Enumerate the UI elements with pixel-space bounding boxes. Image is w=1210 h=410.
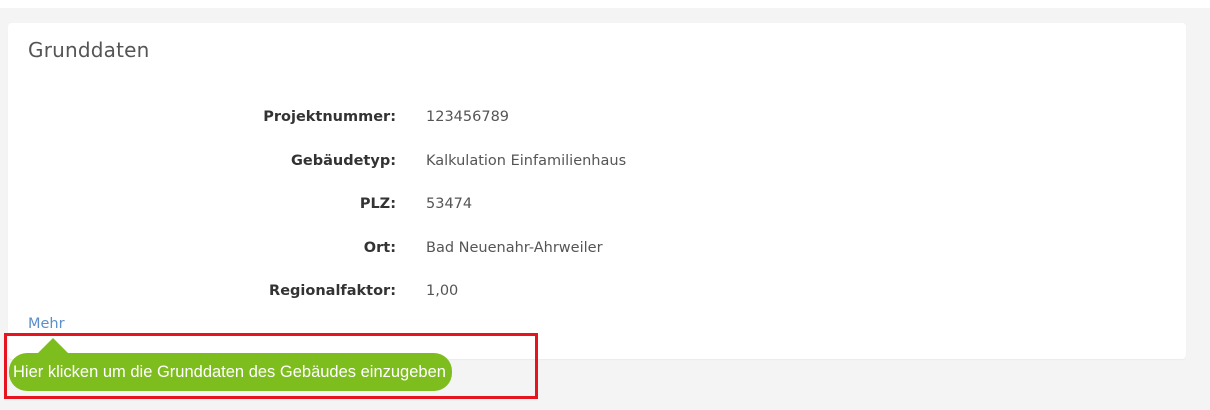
field-value: 1,00 bbox=[426, 283, 459, 299]
field-row-ort: Ort: Bad Neuenahr-Ahrweiler bbox=[8, 240, 1186, 284]
grunddaten-card: Grunddaten Projektnummer: 123456789 Gebä… bbox=[8, 23, 1186, 359]
field-value: Kalkulation Einfamilienhaus bbox=[426, 152, 627, 169]
mehr-link[interactable]: Mehr bbox=[28, 316, 65, 332]
field-label: Regionalfaktor: bbox=[269, 283, 396, 299]
field-row-gebaeudetyp: Gebäudetyp: Kalkulation Einfamilienhaus bbox=[8, 153, 1186, 197]
field-value: 53474 bbox=[426, 196, 473, 212]
card-title: Grunddaten bbox=[28, 38, 150, 62]
field-list: Projektnummer: 123456789 Gebäudetyp: Kal… bbox=[8, 109, 1186, 327]
field-row-plz: PLZ: 53474 bbox=[8, 196, 1186, 240]
field-label: Gebäudetyp: bbox=[291, 152, 396, 169]
field-row-regionalfaktor: Regionalfaktor: 1,00 bbox=[8, 283, 1186, 327]
tooltip-arrow bbox=[38, 338, 68, 353]
field-value: Bad Neuenahr-Ahrweiler bbox=[426, 239, 603, 256]
grunddaten-hint-tooltip[interactable]: Hier klicken um die Grunddaten des Gebäu… bbox=[9, 353, 452, 391]
field-label: Projektnummer: bbox=[263, 109, 396, 125]
field-label: PLZ: bbox=[359, 196, 396, 212]
field-row-projektnummer: Projektnummer: 123456789 bbox=[8, 109, 1186, 153]
field-label: Ort: bbox=[363, 239, 396, 256]
field-value: 123456789 bbox=[426, 109, 510, 125]
